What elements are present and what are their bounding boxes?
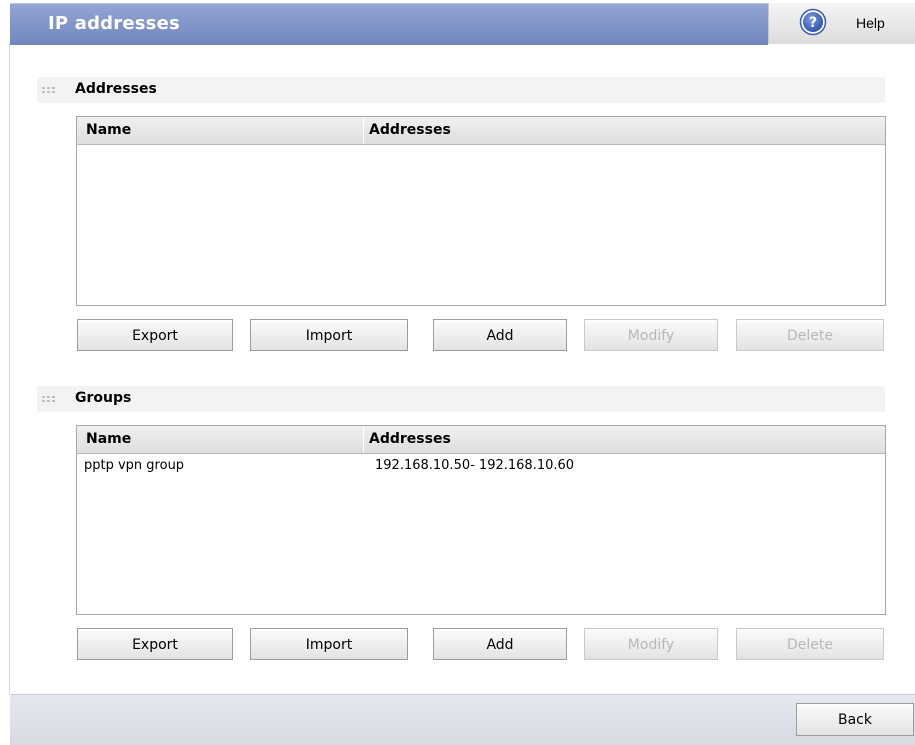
grip-icon	[42, 87, 56, 93]
groups-list[interactable]: Name Addresses pptp vpn group 192.168.10…	[76, 425, 886, 615]
column-header-addresses[interactable]: Addresses	[369, 431, 451, 447]
column-separator	[363, 117, 364, 144]
addresses-delete-button[interactable]: Delete	[736, 319, 884, 351]
group-addresses-cell: 192.168.10.50- 192.168.10.60	[375, 458, 575, 473]
addresses-export-button[interactable]: Export	[77, 319, 233, 351]
groups-section-header: Groups	[37, 386, 885, 412]
addresses-add-button[interactable]: Add	[433, 319, 567, 351]
question-circle-icon[interactable]: ?	[799, 8, 827, 36]
addresses-section-header: Addresses	[37, 77, 885, 103]
column-header-name[interactable]: Name	[86, 122, 131, 138]
back-button[interactable]: Back	[796, 703, 914, 736]
groups-export-button[interactable]: Export	[77, 628, 233, 660]
page-footer: Back	[10, 694, 915, 745]
groups-modify-button[interactable]: Modify	[584, 628, 718, 660]
grip-icon	[42, 396, 56, 402]
page-header: IP addresses ? Help	[10, 0, 915, 45]
page-title: IP addresses	[48, 13, 180, 34]
addresses-section-title: Addresses	[75, 81, 157, 97]
help-label[interactable]: Help	[856, 15, 885, 31]
addresses-import-button[interactable]: Import	[250, 319, 408, 351]
addresses-list[interactable]: Name Addresses	[76, 116, 886, 306]
groups-section-title: Groups	[75, 390, 132, 406]
groups-import-button[interactable]: Import	[250, 628, 408, 660]
help-button[interactable]: ? Help	[768, 3, 915, 44]
table-row[interactable]: pptp vpn group 192.168.10.50- 192.168.10…	[77, 454, 885, 478]
column-separator	[363, 426, 364, 453]
group-name-cell: pptp vpn group	[84, 458, 185, 473]
groups-list-header: Name Addresses	[77, 426, 885, 454]
column-header-name[interactable]: Name	[86, 431, 131, 447]
column-header-addresses[interactable]: Addresses	[369, 122, 451, 138]
left-border	[9, 44, 10, 694]
svg-text:?: ?	[809, 15, 817, 31]
groups-delete-button[interactable]: Delete	[736, 628, 884, 660]
title-bar: IP addresses	[10, 3, 768, 45]
addresses-list-header: Name Addresses	[77, 117, 885, 145]
groups-add-button[interactable]: Add	[433, 628, 567, 660]
addresses-modify-button[interactable]: Modify	[584, 319, 718, 351]
